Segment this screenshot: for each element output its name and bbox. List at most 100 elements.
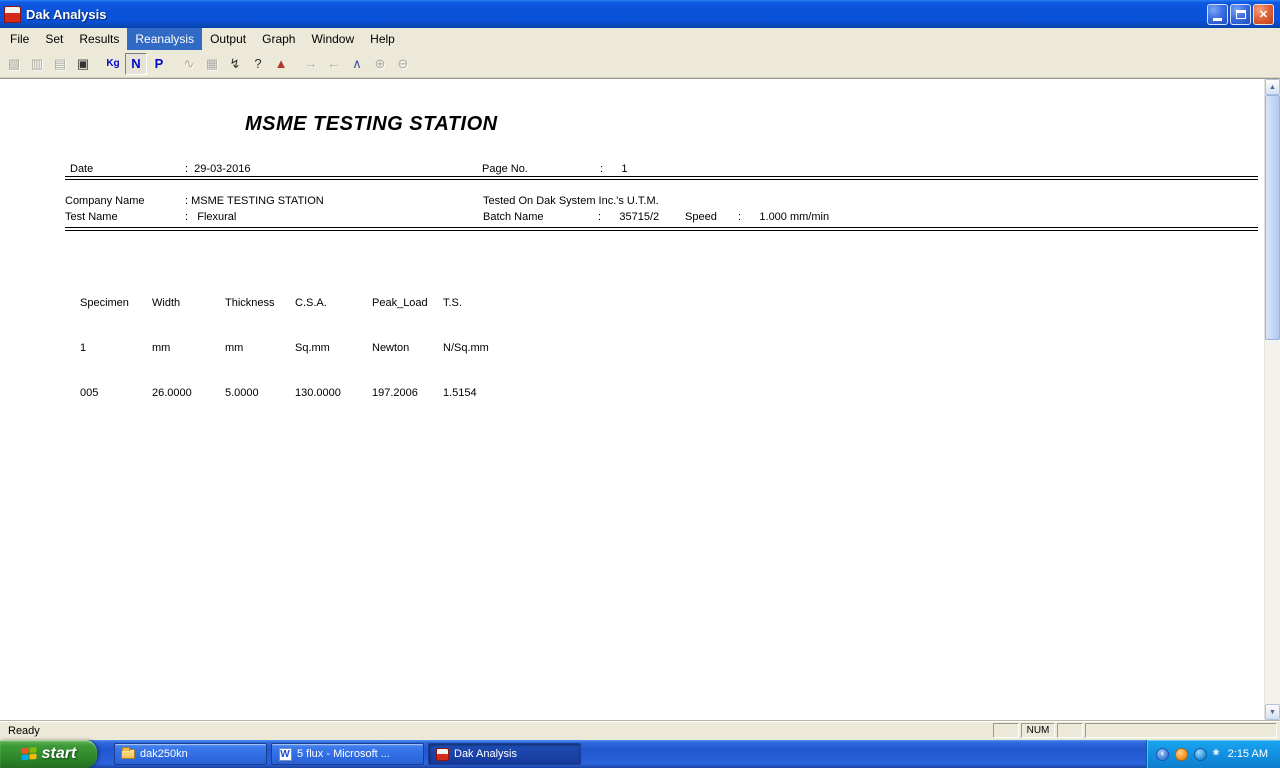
window-controls: ✕ [1207, 3, 1276, 25]
column-value: 1.5154 [443, 387, 477, 399]
units-kg-button[interactable]: Kg [102, 53, 124, 75]
tray-star-icon[interactable]: * [1213, 746, 1218, 762]
page-value: : 1 [600, 163, 628, 175]
tray-blue-icon[interactable] [1194, 747, 1208, 761]
data-sheet-button[interactable]: ▤ [49, 53, 71, 75]
data-sheet-icon: ▤ [53, 55, 67, 71]
zoom-out-button[interactable]: ⊖ [392, 53, 414, 75]
taskbar: start dak250kn W 5 flux - Microsoft ... … [0, 740, 1280, 768]
folder-icon [121, 747, 135, 761]
minimize-icon [1213, 18, 1222, 21]
column-unit: Newton [372, 342, 410, 354]
lightning-icon: ↯ [229, 55, 241, 71]
speed-value: : 1.000 mm/min [738, 211, 830, 223]
minimize-button[interactable] [1207, 3, 1228, 25]
grid-button[interactable]: ▦ [201, 53, 223, 75]
back-arrow-icon: ← [327, 56, 341, 71]
scrollbar-track[interactable] [1265, 340, 1280, 704]
graph-button[interactable]: ▲ [270, 53, 292, 75]
task-label: dak250kn [140, 748, 188, 760]
status-pane-cap [993, 723, 1019, 738]
column-value: 5.0000 [225, 387, 259, 399]
taskbar-item-dak-analysis[interactable]: Dak Analysis [428, 743, 581, 765]
dak-app-icon [4, 5, 21, 23]
hide-icons-chevron-icon[interactable]: ‹ [1156, 747, 1170, 761]
test-name-value: : Flexural [185, 211, 237, 223]
menu-window[interactable]: Window [303, 28, 362, 50]
results-grid-button[interactable]: ▥ [26, 53, 48, 75]
column-header: Peak_Load [372, 297, 428, 309]
table-column-thickness: Thickness mm 5.0000 [225, 266, 275, 431]
column-value: 005 [80, 387, 99, 399]
task-label: Dak Analysis [454, 748, 517, 760]
taskbar-item-dak250kn[interactable]: dak250kn [114, 743, 267, 765]
scroll-down-button[interactable]: ▼ [1265, 704, 1280, 720]
status-pane-extra [1085, 723, 1277, 738]
menu-bar: File Set Results Reanalysis Output Graph… [0, 28, 1280, 50]
menu-output[interactable]: Output [202, 28, 254, 50]
taskbar-item-word[interactable]: W 5 flux - Microsoft ... [271, 743, 424, 765]
windows-flag-icon [21, 747, 37, 761]
column-header: Thickness [225, 297, 275, 309]
menu-results[interactable]: Results [71, 28, 127, 50]
toolbar: ▧ ▥ ▤ ▣ Kg N P ∿ ▦ ↯ ? ▲ → ← ∧ ⊕ ⊖ [0, 50, 1280, 78]
chart-report-button[interactable]: ▧ [3, 53, 25, 75]
next-button[interactable]: → [300, 53, 322, 75]
peak-graph-button[interactable]: ∧ [346, 53, 368, 75]
pound-units-icon: P [154, 56, 164, 71]
menu-graph[interactable]: Graph [254, 28, 303, 50]
window-title: Dak Analysis [26, 6, 107, 22]
column-unit: Sq.mm [295, 342, 330, 354]
results-grid-icon: ▥ [30, 55, 44, 71]
tray-orange-icon[interactable] [1175, 747, 1189, 761]
batch-label: Batch Name [483, 211, 544, 223]
tested-on-text: Tested On Dak System Inc.'s U.T.M. [483, 195, 659, 207]
forward-arrow-icon: → [304, 56, 318, 71]
date-label: Date [70, 163, 94, 175]
status-pane-scrl [1057, 723, 1083, 738]
peak-graph-icon: ∧ [352, 55, 362, 71]
column-unit: N/Sq.mm [443, 342, 489, 354]
context-help-button[interactable]: ? [247, 53, 269, 75]
column-value: 197.2006 [372, 387, 418, 399]
system-tray: ‹ * 2:15 AM [1146, 740, 1280, 768]
units-newton-button[interactable]: N [125, 52, 147, 75]
newton-units-icon: N [131, 56, 141, 71]
menu-file[interactable]: File [2, 28, 37, 50]
task-label: 5 flux - Microsoft ... [297, 748, 390, 760]
units-pound-button[interactable]: P [148, 53, 170, 75]
start-button[interactable]: start [0, 740, 97, 768]
scroll-down-icon: ▼ [1269, 708, 1276, 716]
start-label: start [41, 745, 77, 762]
table-column-width: Width mm 26.0000 [152, 266, 192, 431]
analyze-button[interactable]: ↯ [224, 53, 246, 75]
title-bar: Dak Analysis ✕ [0, 0, 1280, 28]
word-icon: W [278, 747, 292, 761]
scroll-up-button[interactable]: ▲ [1265, 79, 1280, 95]
column-unit: mm [225, 342, 244, 354]
menu-set[interactable]: Set [37, 28, 71, 50]
menu-help[interactable]: Help [362, 28, 403, 50]
dak-analysis-window: Dak Analysis ✕ File Set Results Reanalys… [0, 0, 1280, 768]
page-label: Page No. [482, 163, 528, 175]
copy-button[interactable]: ▣ [72, 53, 94, 75]
vertical-scrollbar[interactable]: ▲ ▼ [1264, 79, 1280, 720]
batch-value: : 35715/2 [598, 211, 660, 223]
scrollbar-thumb[interactable] [1265, 95, 1280, 340]
column-unit: mm [152, 342, 171, 354]
date-value: : 29-03-2016 [185, 163, 251, 175]
zoom-in-icon: ⊕ [374, 55, 386, 71]
column-value: 130.0000 [295, 387, 341, 399]
curve-button[interactable]: ∿ [178, 53, 200, 75]
copy-icon: ▣ [76, 55, 90, 71]
separator-double-line [65, 176, 1258, 180]
previous-button[interactable]: ← [323, 53, 345, 75]
zoom-in-button[interactable]: ⊕ [369, 53, 391, 75]
close-icon: ✕ [1258, 8, 1269, 21]
menu-reanalysis[interactable]: Reanalysis [127, 28, 203, 50]
column-header: C.S.A. [295, 297, 327, 309]
column-header: T.S. [443, 297, 462, 309]
zoom-out-icon: ⊖ [397, 55, 409, 71]
close-button[interactable]: ✕ [1253, 3, 1274, 25]
maximize-button[interactable] [1230, 3, 1251, 25]
